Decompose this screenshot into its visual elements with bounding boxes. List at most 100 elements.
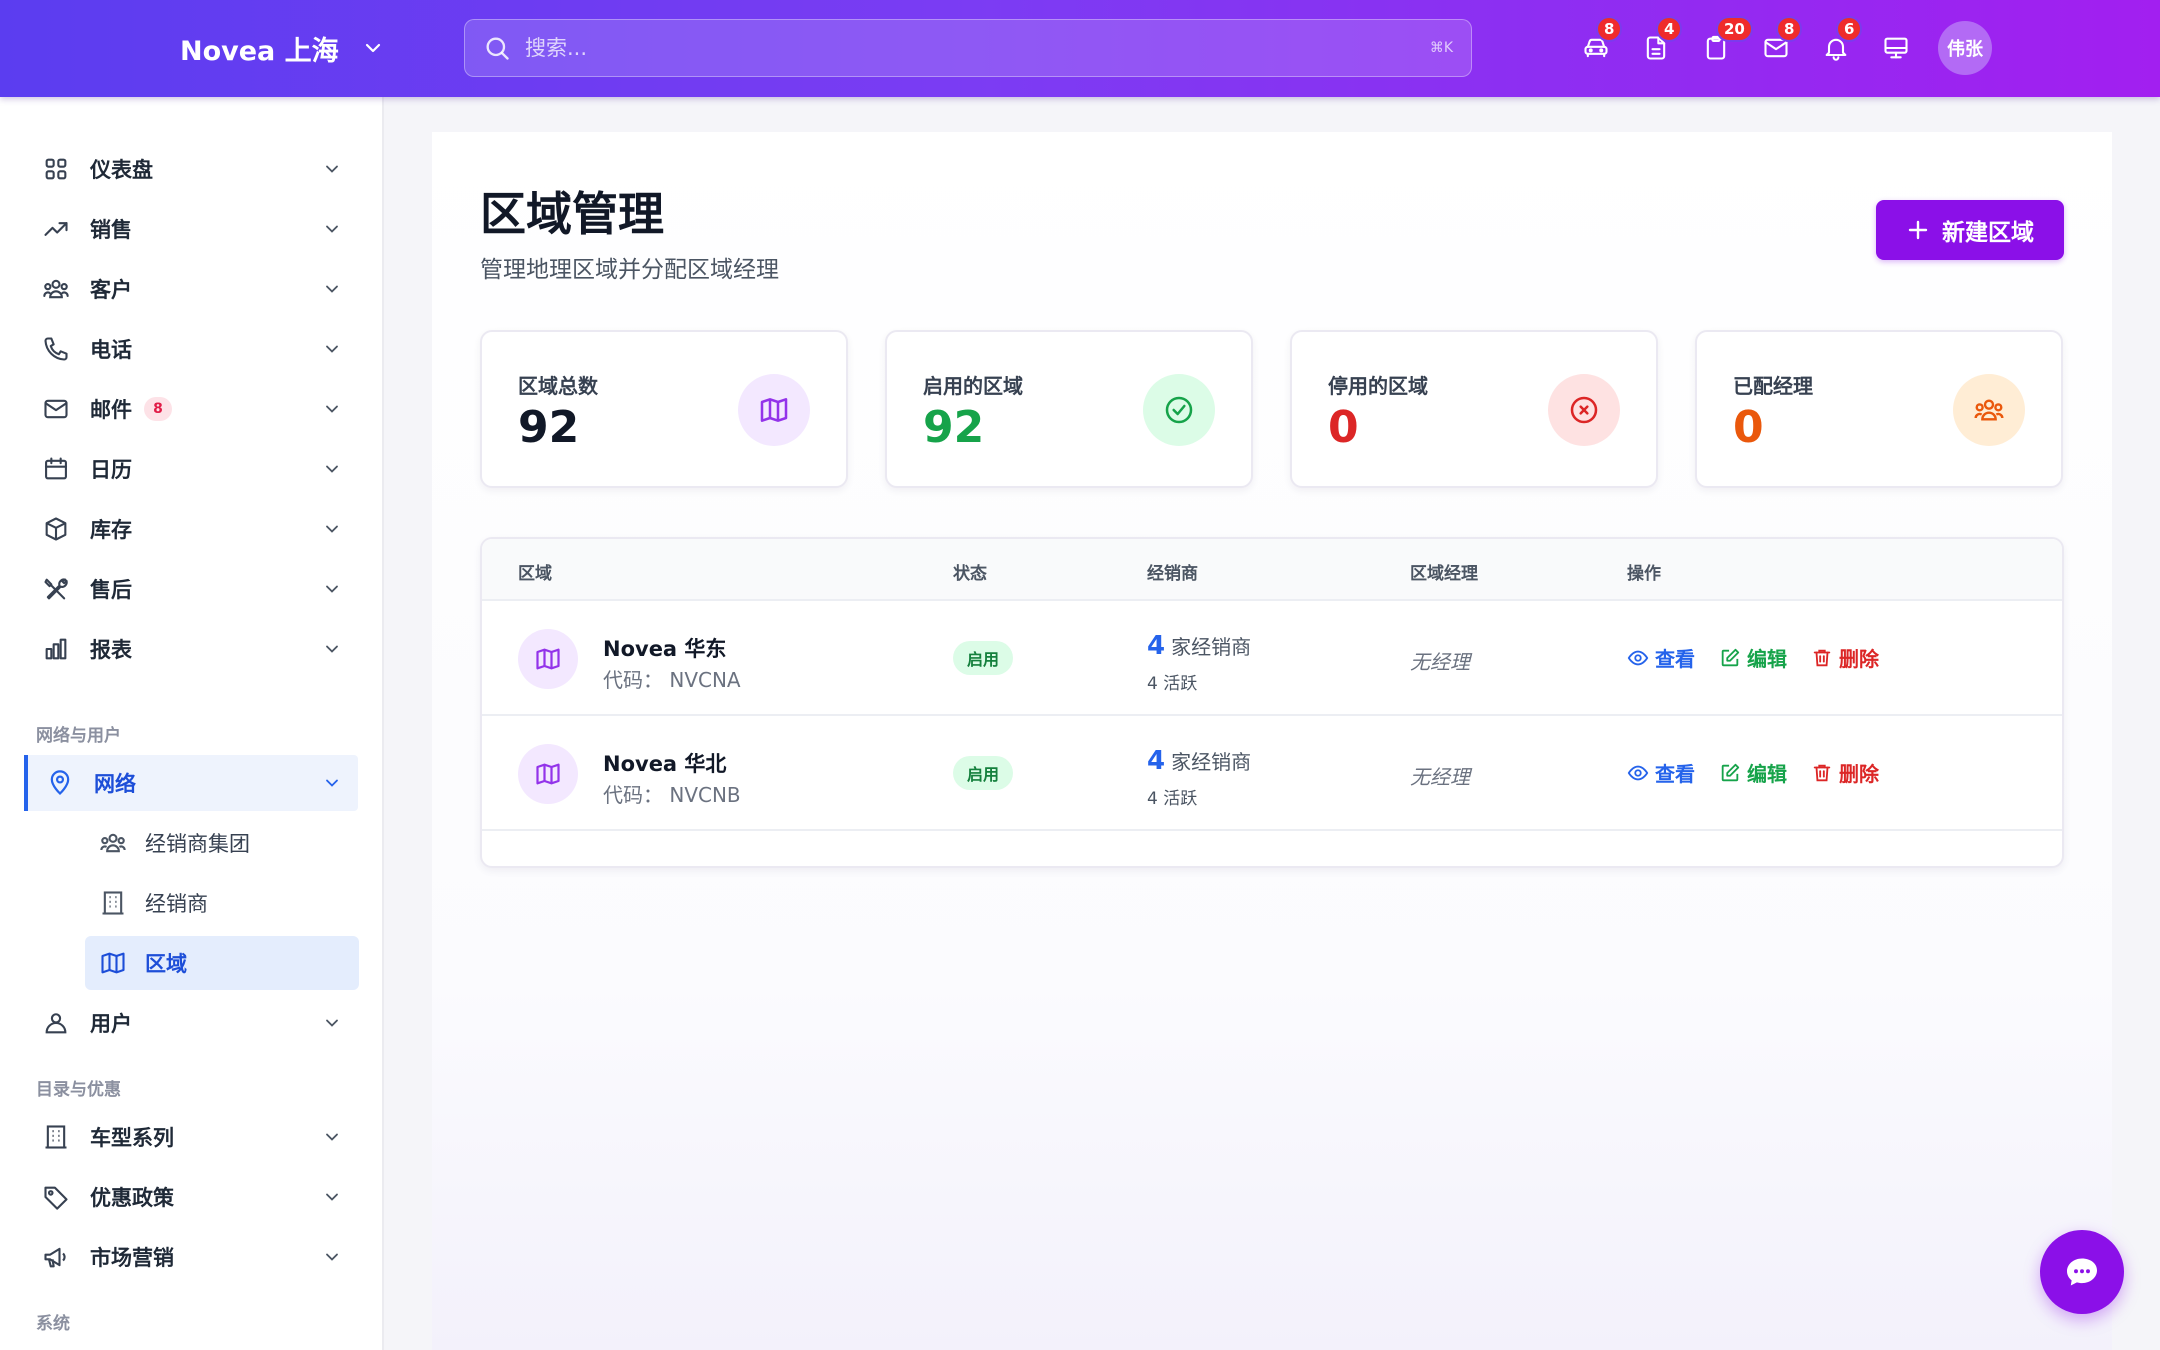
display-button[interactable] xyxy=(1866,20,1926,76)
region-name: Novea 华北 xyxy=(603,752,727,776)
plus-icon xyxy=(1908,220,1928,240)
documents-button[interactable]: 4 xyxy=(1626,16,1686,76)
phone-icon xyxy=(44,337,68,361)
stat-label: 已配经理 xyxy=(1733,374,1813,398)
column-header-status[interactable]: 状态 xyxy=(953,559,987,584)
sidebar-item-network[interactable]: 网络 xyxy=(24,755,358,811)
mail-icon xyxy=(44,399,68,419)
map-icon xyxy=(536,648,560,670)
chevron-down-icon xyxy=(326,1193,338,1201)
chevron-down-icon xyxy=(326,1133,338,1141)
sidebar-item-label: 用户 xyxy=(90,1012,132,1036)
sidebar-subitem-dealer-groups[interactable]: 经销商集团 xyxy=(85,816,359,870)
search-shortcut: ⌘K xyxy=(1429,40,1453,56)
row-actions: 查看 编辑 删除 xyxy=(1627,643,1879,672)
stat-label: 停用的区域 xyxy=(1328,374,1428,398)
box-icon xyxy=(45,517,67,541)
map-icon xyxy=(536,763,560,785)
sidebar-item-calendar[interactable]: 日历 xyxy=(24,441,358,497)
sidebar-item-users[interactable]: 用户 xyxy=(24,995,358,1051)
delete-button[interactable]: 删除 xyxy=(1811,758,1879,787)
brand-switcher[interactable]: Novea 上海 xyxy=(180,28,385,68)
sidebar-item-mail[interactable]: 邮件 8 xyxy=(24,381,358,437)
chevron-down-icon xyxy=(326,645,338,653)
dealer-count-unit: 家经销商 xyxy=(1171,635,1252,659)
sidebar-item-reports[interactable]: 报表 xyxy=(24,621,358,677)
table-row: Novea 华东 代码： NVCNA 启用 4 家经销商 4 活跃 无经理 查看… xyxy=(482,601,2062,716)
row-actions: 查看 编辑 删除 xyxy=(1627,758,1879,787)
view-button[interactable]: 查看 xyxy=(1627,643,1695,672)
region-avatar xyxy=(518,629,578,689)
dealer-count: 4 家经销商 xyxy=(1147,631,1251,661)
sidebar-item-label: 售后 xyxy=(90,578,132,602)
stat-card-inactive-regions: 停用的区域 0 xyxy=(1290,330,1658,488)
users-icon xyxy=(1974,399,2004,421)
table-header: 区域 状态 经销商 区域经理 操作 xyxy=(482,539,2062,601)
stat-value: 92 xyxy=(518,402,580,453)
regions-table: 区域 状态 经销商 区域经理 操作 Novea 华东 代码： NVCNA 启用 … xyxy=(480,537,2064,868)
sidebar-item-phone[interactable]: 电话 xyxy=(24,321,358,377)
edit-button[interactable]: 编辑 xyxy=(1719,643,1787,672)
sidebar-item-label: 优惠政策 xyxy=(90,1186,174,1210)
users-icon xyxy=(43,279,69,299)
sidebar-item-inventory[interactable]: 库存 xyxy=(24,501,358,557)
monitor-icon xyxy=(1884,37,1908,59)
sidebar-item-label: 电话 xyxy=(90,338,132,362)
mail-button[interactable]: 8 xyxy=(1746,16,1806,76)
sidebar-item-after-sales[interactable]: 售后 xyxy=(24,561,358,617)
header-icon-bar: 8 4 20 8 6 xyxy=(1566,16,1926,76)
sidebar-item-label: 报表 xyxy=(90,638,132,662)
sidebar-item-dashboard[interactable]: 仪表盘 xyxy=(24,141,358,197)
notifications-button[interactable]: 6 xyxy=(1806,16,1866,76)
chat-icon xyxy=(2067,1258,2097,1286)
chevron-down-icon xyxy=(326,585,338,593)
eye-icon xyxy=(1627,765,1649,780)
stat-value: 0 xyxy=(1733,402,1764,453)
grid-icon xyxy=(45,158,67,180)
stat-icon-badge xyxy=(738,374,810,446)
sidebar-item-model-series[interactable]: 车型系列 xyxy=(24,1109,358,1165)
column-header-manager[interactable]: 区域经理 xyxy=(1410,559,1478,584)
edit-button[interactable]: 编辑 xyxy=(1719,758,1787,787)
stat-icon-badge xyxy=(1548,374,1620,446)
tasks-button[interactable]: 20 xyxy=(1686,16,1753,76)
stat-label: 启用的区域 xyxy=(923,374,1023,398)
dealer-count-number: 4 xyxy=(1147,631,1166,661)
search-box[interactable]: ⌘K xyxy=(464,19,1472,77)
chevron-down-icon xyxy=(326,525,338,533)
new-region-label: 新建区域 xyxy=(1942,220,2034,246)
view-label: 查看 xyxy=(1655,647,1695,671)
map-icon xyxy=(760,398,788,422)
chat-button[interactable] xyxy=(2040,1230,2124,1314)
view-button[interactable]: 查看 xyxy=(1627,758,1695,787)
delete-label: 删除 xyxy=(1839,762,1879,786)
sidebar-subitem-label: 区域 xyxy=(145,952,187,976)
view-label: 查看 xyxy=(1655,762,1695,786)
top-header: Novea 上海 ⌘K 8 4 20 8 6 伟张 xyxy=(0,0,2160,97)
search-input[interactable] xyxy=(525,36,1430,60)
sidebar-subitem-dealers[interactable]: 经销商 xyxy=(85,876,359,930)
megaphone-icon xyxy=(44,1247,66,1268)
column-header-dealers[interactable]: 经销商 xyxy=(1147,559,1198,584)
sidebar-item-incentives[interactable]: 优惠政策 xyxy=(24,1169,358,1225)
chevron-down-icon xyxy=(326,405,338,413)
region-manager: 无经理 xyxy=(1410,765,1470,789)
sidebar-item-customers[interactable]: 客户 xyxy=(24,261,358,317)
dealer-count-unit: 家经销商 xyxy=(1171,750,1252,774)
new-region-button[interactable]: 新建区域 xyxy=(1876,200,2064,260)
sidebar-subitem-label: 经销商集团 xyxy=(145,832,250,856)
location-pin-icon xyxy=(50,770,70,796)
chevron-down-icon xyxy=(326,1253,338,1261)
dealer-count: 4 家经销商 xyxy=(1147,746,1251,776)
sidebar-item-marketing[interactable]: 市场营销 xyxy=(24,1229,358,1285)
delete-button[interactable]: 删除 xyxy=(1811,643,1879,672)
sidebar-item-sales[interactable]: 销售 xyxy=(24,201,358,257)
tag-icon xyxy=(44,1186,68,1210)
mail-count-badge: 8 xyxy=(144,397,172,421)
chevron-down-icon xyxy=(326,465,338,473)
column-header-region[interactable]: 区域 xyxy=(518,559,552,584)
sidebar-subitem-regions[interactable]: 区域 xyxy=(85,936,359,990)
building-icon xyxy=(102,891,124,915)
vehicles-button[interactable]: 8 xyxy=(1566,16,1626,76)
user-avatar[interactable]: 伟张 xyxy=(1938,21,1992,75)
